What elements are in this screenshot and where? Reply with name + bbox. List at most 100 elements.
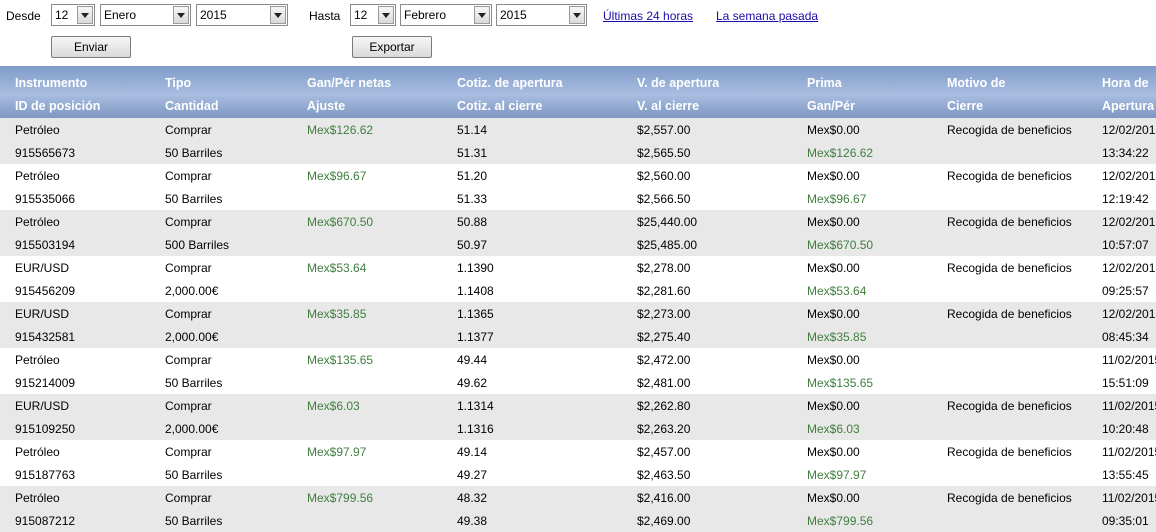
type-cell: Comprar xyxy=(165,445,212,459)
close-value-cell: $2,481.00 xyxy=(637,376,691,390)
table-row[interactable]: EUR/USD 915109250 Comprar 2,000.00€ Mex$6.03… xyxy=(0,394,1156,440)
quantity-cell: 2,000.00€ xyxy=(165,284,219,298)
to-day-select[interactable]: 12 xyxy=(350,4,396,26)
table-header: Instrumento ID de posición Tipo Cantidad Gan… xyxy=(0,66,1156,118)
open-quote-cell: 49.44 xyxy=(457,353,488,367)
net-pl-cell: Mex$135.65 xyxy=(307,353,374,367)
table-row[interactable]: EUR/USD 915432581 Comprar 2,000.00€ Mex$35.8… xyxy=(0,302,1156,348)
to-month-select[interactable]: Febrero xyxy=(400,4,492,26)
type-cell: Comprar xyxy=(165,399,212,413)
column-header-bottom[interactable]: Ajuste xyxy=(307,99,345,113)
close-quote-cell: 1.1377 xyxy=(457,330,494,344)
premium-cell: Mex$0.00 xyxy=(807,399,860,413)
column-header-bottom[interactable]: Cierre xyxy=(947,99,983,113)
net-pl-cell: Mex$126.62 xyxy=(307,123,374,137)
close-quote-cell: 1.1316 xyxy=(457,422,494,436)
last-24h-link[interactable]: Últimas 24 horas xyxy=(603,9,693,23)
close-reason-cell: Recogida de beneficios xyxy=(947,261,1072,275)
net-pl-cell: Mex$35.85 xyxy=(307,307,367,321)
export-button[interactable]: Exportar xyxy=(352,36,432,58)
open-date-cell: 11/02/2015 xyxy=(1102,353,1156,367)
close-quote-cell: 50.97 xyxy=(457,238,488,252)
column-header-bottom[interactable]: Apertura xyxy=(1102,99,1154,113)
chevron-down-icon xyxy=(77,6,93,24)
chevron-down-icon xyxy=(173,6,189,24)
column-header-bottom[interactable]: V. al cierre xyxy=(637,99,699,113)
close-value-cell: $25,485.00 xyxy=(637,238,698,252)
quantity-cell: 50 Barriles xyxy=(165,514,223,528)
premium-cell: Mex$0.00 xyxy=(807,307,860,321)
premium-cell: Mex$0.00 xyxy=(807,261,860,275)
net-pl-cell: Mex$97.97 xyxy=(307,445,367,459)
table-row[interactable]: Petróleo 915535066 Comprar 50 Barriles Mex$9… xyxy=(0,164,1156,210)
column-header-top[interactable]: Gan/Pér netas xyxy=(307,76,391,90)
close-value-cell: $2,281.60 xyxy=(637,284,691,298)
column-header-bottom[interactable]: Gan/Pér xyxy=(807,99,855,113)
chevron-down-icon xyxy=(270,6,286,24)
pl-cell: Mex$97.97 xyxy=(807,468,867,482)
chevron-down-icon xyxy=(378,6,394,24)
to-year-select[interactable]: 2015 xyxy=(496,4,587,26)
from-year-value: 2015 xyxy=(200,8,227,22)
table-row[interactable]: Petróleo 915503194 Comprar 500 Barriles Mex$… xyxy=(0,210,1156,256)
instrument-cell: EUR/USD xyxy=(15,261,70,275)
position-id-cell: 915432581 xyxy=(15,330,76,344)
close-quote-cell: 51.33 xyxy=(457,192,488,206)
open-date-cell: 12/02/2015 xyxy=(1102,307,1156,321)
close-value-cell: $2,469.00 xyxy=(637,514,691,528)
open-date-cell: 11/02/2015 xyxy=(1102,445,1156,459)
send-button[interactable]: Enviar xyxy=(51,36,131,58)
close-reason-cell: Recogida de beneficios xyxy=(947,123,1072,137)
from-month-select[interactable]: Enero xyxy=(100,4,191,26)
table-row[interactable]: Petróleo 915565673 Comprar 50 Barriles Mex$1… xyxy=(0,118,1156,164)
open-time-cell: 13:34:22 xyxy=(1102,146,1149,160)
table-row[interactable]: EUR/USD 915456209 Comprar 2,000.00€ Mex$53.6… xyxy=(0,256,1156,302)
quantity-cell: 2,000.00€ xyxy=(165,330,219,344)
open-value-cell: $2,416.00 xyxy=(637,491,691,505)
column-header-top[interactable]: Hora de xyxy=(1102,76,1149,90)
column-header-top[interactable]: Prima xyxy=(807,76,842,90)
table-row[interactable]: Petróleo 915187763 Comprar 50 Barriles Mex$9… xyxy=(0,440,1156,486)
open-quote-cell: 1.1365 xyxy=(457,307,494,321)
from-year-select[interactable]: 2015 xyxy=(196,4,288,26)
column-header-bottom[interactable]: Cotiz. al cierre xyxy=(457,99,542,113)
open-time-cell: 10:57:07 xyxy=(1102,238,1149,252)
pl-cell: Mex$96.67 xyxy=(807,192,867,206)
pl-cell: Mex$670.50 xyxy=(807,238,874,252)
position-id-cell: 915535066 xyxy=(15,192,76,206)
net-pl-cell: Mex$96.67 xyxy=(307,169,367,183)
open-quote-cell: 1.1390 xyxy=(457,261,494,275)
open-value-cell: $2,262.80 xyxy=(637,399,691,413)
quantity-cell: 50 Barriles xyxy=(165,146,223,160)
from-day-select[interactable]: 12 xyxy=(51,4,95,26)
date-filter-bar: Desde 12 Enero 2015 Hasta 12 Febrero 201… xyxy=(0,0,1156,66)
close-reason-cell: Recogida de beneficios xyxy=(947,399,1072,413)
column-header-top[interactable]: Instrumento xyxy=(15,76,87,90)
positions-table: Instrumento ID de posición Tipo Cantidad Gan… xyxy=(0,66,1156,532)
last-week-link[interactable]: La semana pasada xyxy=(716,9,818,23)
type-cell: Comprar xyxy=(165,353,212,367)
column-header-top[interactable]: Tipo xyxy=(165,76,191,90)
open-time-cell: 10:20:48 xyxy=(1102,422,1149,436)
column-header-top[interactable]: Cotiz. de apertura xyxy=(457,76,563,90)
close-value-cell: $2,463.50 xyxy=(637,468,691,482)
close-quote-cell: 49.62 xyxy=(457,376,488,390)
close-quote-cell: 49.27 xyxy=(457,468,488,482)
table-row[interactable]: Petróleo 915214009 Comprar 50 Barriles Mex$1… xyxy=(0,348,1156,394)
premium-cell: Mex$0.00 xyxy=(807,353,860,367)
column-header-bottom[interactable]: Cantidad xyxy=(165,99,218,113)
table-row[interactable]: Petróleo 915087212 Comprar 50 Barriles Mex$7… xyxy=(0,486,1156,532)
instrument-cell: Petróleo xyxy=(15,491,60,505)
pl-cell: Mex$135.65 xyxy=(807,376,874,390)
premium-cell: Mex$0.00 xyxy=(807,169,860,183)
column-header-bottom[interactable]: ID de posición xyxy=(15,99,100,113)
chevron-down-icon xyxy=(474,6,490,24)
column-header-top[interactable]: V. de apertura xyxy=(637,76,719,90)
close-value-cell: $2,263.20 xyxy=(637,422,691,436)
close-value-cell: $2,566.50 xyxy=(637,192,691,206)
column-header-top[interactable]: Motivo de xyxy=(947,76,1005,90)
quantity-cell: 2,000.00€ xyxy=(165,422,219,436)
open-date-cell: 12/02/2015 xyxy=(1102,169,1156,183)
close-value-cell: $2,565.50 xyxy=(637,146,691,160)
from-day-value: 12 xyxy=(55,8,69,22)
